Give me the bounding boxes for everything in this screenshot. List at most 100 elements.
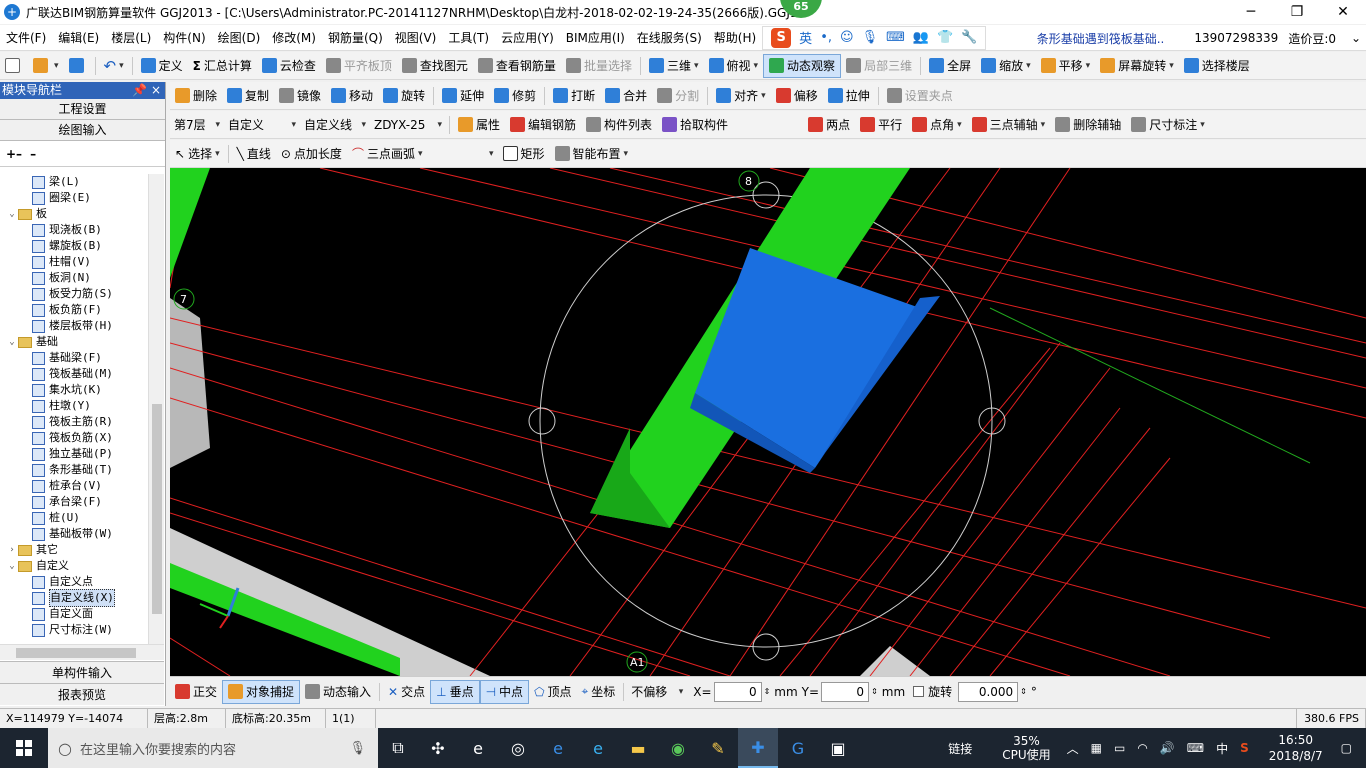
properties-button[interactable]: 属性: [453, 113, 505, 137]
tree-item[interactable]: 条形基础(T): [0, 462, 148, 478]
rotate-spinner-icon[interactable]: ⇕: [1020, 687, 1027, 696]
mirror-button[interactable]: 镜像: [274, 84, 326, 108]
tree-item[interactable]: 基础板带(W): [0, 526, 148, 542]
copy-button[interactable]: 复制: [222, 84, 274, 108]
y-spinner-icon[interactable]: ⇕: [871, 687, 878, 696]
tree-hscroll[interactable]: [0, 644, 164, 660]
merge-button[interactable]: 合并: [600, 84, 652, 108]
pan-button[interactable]: 平移 ▾: [1036, 54, 1096, 78]
offset-button[interactable]: 偏移: [771, 84, 823, 108]
tree-item[interactable]: 螺旋板(B): [0, 238, 148, 254]
component-list-button[interactable]: 构件列表: [581, 113, 657, 137]
tree-item[interactable]: 桩(U): [0, 510, 148, 526]
draw-input-button[interactable]: 绘图输入: [0, 120, 165, 141]
tree-item[interactable]: 集水坑(K): [0, 382, 148, 398]
extend-button[interactable]: 延伸: [437, 84, 489, 108]
tree-item[interactable]: 自定义线(X): [0, 589, 148, 607]
screen-rotate-button[interactable]: 屏幕旋转 ▾: [1095, 54, 1179, 78]
wifi-icon[interactable]: ◠: [1137, 741, 1147, 755]
open-folder-icon[interactable]: ▾: [28, 54, 64, 78]
tree-item[interactable]: 现浇板(B): [0, 222, 148, 238]
volume-icon[interactable]: 🔊: [1160, 741, 1175, 755]
sogou-tray-icon[interactable]: S: [1240, 741, 1249, 755]
rotate-button[interactable]: 旋转: [378, 84, 430, 108]
menu-draw[interactable]: 绘图(D): [212, 25, 267, 50]
x-input[interactable]: 0: [713, 681, 762, 702]
glodon-app-icon[interactable]: ✚: [738, 728, 778, 768]
chevron-down-icon[interactable]: ⌄: [1346, 31, 1366, 45]
trim-button[interactable]: 修剪: [489, 84, 541, 108]
single-component-input-button[interactable]: 单构件输入: [0, 661, 164, 683]
move-button[interactable]: 移动: [326, 84, 378, 108]
tree-item[interactable]: 楼层板带(H): [0, 318, 148, 334]
tree-item[interactable]: ⌄ 自定义: [0, 558, 148, 574]
emoji-icon[interactable]: ☺: [840, 30, 854, 45]
select-button[interactable]: ↖ 选择 ▾: [170, 142, 225, 166]
local-3d-button[interactable]: 局部三维: [841, 54, 917, 78]
punct-icon[interactable]: •,: [820, 30, 832, 45]
ie-browser-icon[interactable]: e: [458, 728, 498, 768]
type-select[interactable]: 自定义 ▾: [224, 114, 300, 136]
tree-vscroll[interactable]: [148, 174, 164, 644]
perpendicular-button[interactable]: ⊥ 垂点: [430, 679, 480, 704]
floor-select[interactable]: 第7层 ▾: [170, 114, 224, 136]
tree-item[interactable]: 柱墩(Y): [0, 398, 148, 414]
pick-component-button[interactable]: 拾取构件: [657, 113, 733, 137]
point-length-button[interactable]: ⊙ 点加长度: [276, 142, 347, 166]
break-button[interactable]: 打断: [548, 84, 600, 108]
menu-edit[interactable]: 编辑(E): [52, 25, 105, 50]
clock[interactable]: 16:50 2018/8/7: [1269, 732, 1323, 764]
3d-view-button[interactable]: 三维 ▾: [644, 54, 704, 78]
menu-file[interactable]: 文件(F): [0, 25, 52, 50]
collapse-all-icon[interactable]: –: [30, 147, 36, 161]
windows-start-icon[interactable]: [0, 728, 48, 768]
view-rebar-button[interactable]: 查看钢筋量: [473, 54, 561, 78]
top-view-button[interactable]: 俯视 ▾: [704, 54, 764, 78]
3d-view[interactable]: 8 7 A1: [170, 168, 1366, 676]
tree-item[interactable]: 承台梁(F): [0, 494, 148, 510]
swirl-app-icon[interactable]: ◎: [498, 728, 538, 768]
y-input[interactable]: 0: [821, 681, 870, 702]
file-explorer-icon[interactable]: ▬: [618, 728, 658, 768]
expand-icon[interactable]: ›: [6, 542, 18, 558]
menu-floor[interactable]: 楼层(L): [105, 25, 157, 50]
dynamic-observe-button[interactable]: 动态观察: [763, 53, 842, 78]
tree-item[interactable]: 自定义点: [0, 574, 148, 590]
ie-blue-icon[interactable]: e: [578, 728, 618, 768]
point-angle-axis-button[interactable]: 点角 ▾: [907, 113, 967, 137]
rotate-input[interactable]: 0.000: [958, 681, 1019, 702]
menu-bim[interactable]: BIM应用(I): [560, 25, 631, 50]
save-icon[interactable]: [64, 54, 92, 78]
ortho-button[interactable]: 正交: [170, 680, 222, 704]
user-icon[interactable]: 👥: [913, 30, 929, 45]
tree-item[interactable]: 筏板负筋(X): [0, 430, 148, 446]
dimension-button[interactable]: 尺寸标注 ▾: [1126, 113, 1210, 137]
ime-indicator[interactable]: 中: [1216, 740, 1228, 757]
select-floor-button[interactable]: 选择楼层: [1179, 54, 1255, 78]
task-view-icon[interactable]: ⧉: [378, 728, 418, 768]
coordinate-button[interactable]: ⌖ 坐标: [577, 680, 621, 704]
tray-expand-icon[interactable]: ︿: [1067, 740, 1079, 757]
three-point-axis-button[interactable]: 三点辅轴 ▾: [967, 113, 1051, 137]
tree-item[interactable]: 板洞(N): [0, 270, 148, 286]
gift-app-icon[interactable]: ▣: [818, 728, 858, 768]
zoom-button[interactable]: 缩放 ▾: [976, 54, 1036, 78]
menu-help[interactable]: 帮助(H): [708, 25, 762, 50]
user-account[interactable]: 13907298339: [1194, 31, 1278, 45]
menu-online[interactable]: 在线服务(S): [631, 25, 708, 50]
rotate-checkbox[interactable]: [913, 686, 925, 697]
tree-item[interactable]: › 其它: [0, 542, 148, 558]
line-button[interactable]: ╲ 直线: [232, 142, 276, 166]
orbit-handle-left[interactable]: [528, 407, 556, 435]
batch-select-button[interactable]: 批量选择: [561, 54, 637, 78]
tree-item[interactable]: 板负筋(F): [0, 302, 148, 318]
tree-item[interactable]: 尺寸标注(W): [0, 622, 148, 638]
set-grip-button[interactable]: 设置夹点: [882, 84, 958, 108]
tree-item[interactable]: 桩承台(V): [0, 478, 148, 494]
menu-rebar[interactable]: 钢筋量(Q): [322, 25, 389, 50]
cloud-check-button[interactable]: 云检查: [257, 54, 321, 78]
split-button[interactable]: 分割: [652, 84, 704, 108]
fullscreen-button[interactable]: 全屏: [924, 54, 976, 78]
notification-icon[interactable]: ▢: [1341, 741, 1352, 755]
collapse-icon[interactable]: ⌄: [6, 334, 18, 350]
